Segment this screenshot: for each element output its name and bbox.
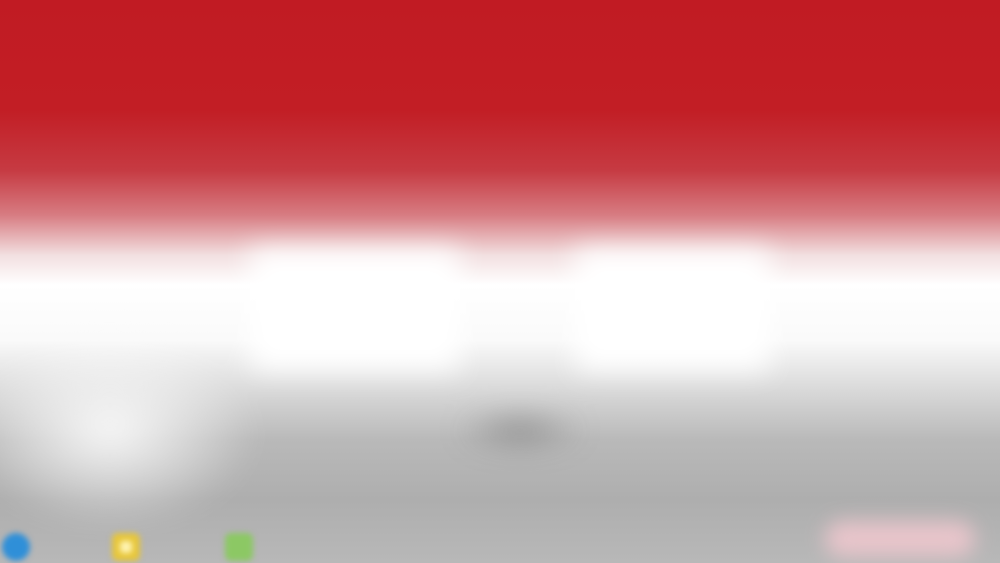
center-shadow: [455, 410, 585, 450]
blurred-content-layer: [0, 0, 1000, 563]
app-icon[interactable]: [225, 533, 253, 561]
browser-icon[interactable]: [2, 533, 30, 561]
taskbar: [0, 515, 1000, 563]
light-glow: [0, 330, 260, 530]
content-panel-right: [575, 250, 770, 370]
blurred-screen: [0, 0, 1000, 563]
system-tray[interactable]: [825, 521, 975, 557]
file-manager-icon[interactable]: [112, 533, 140, 561]
content-panel-left: [250, 250, 460, 370]
